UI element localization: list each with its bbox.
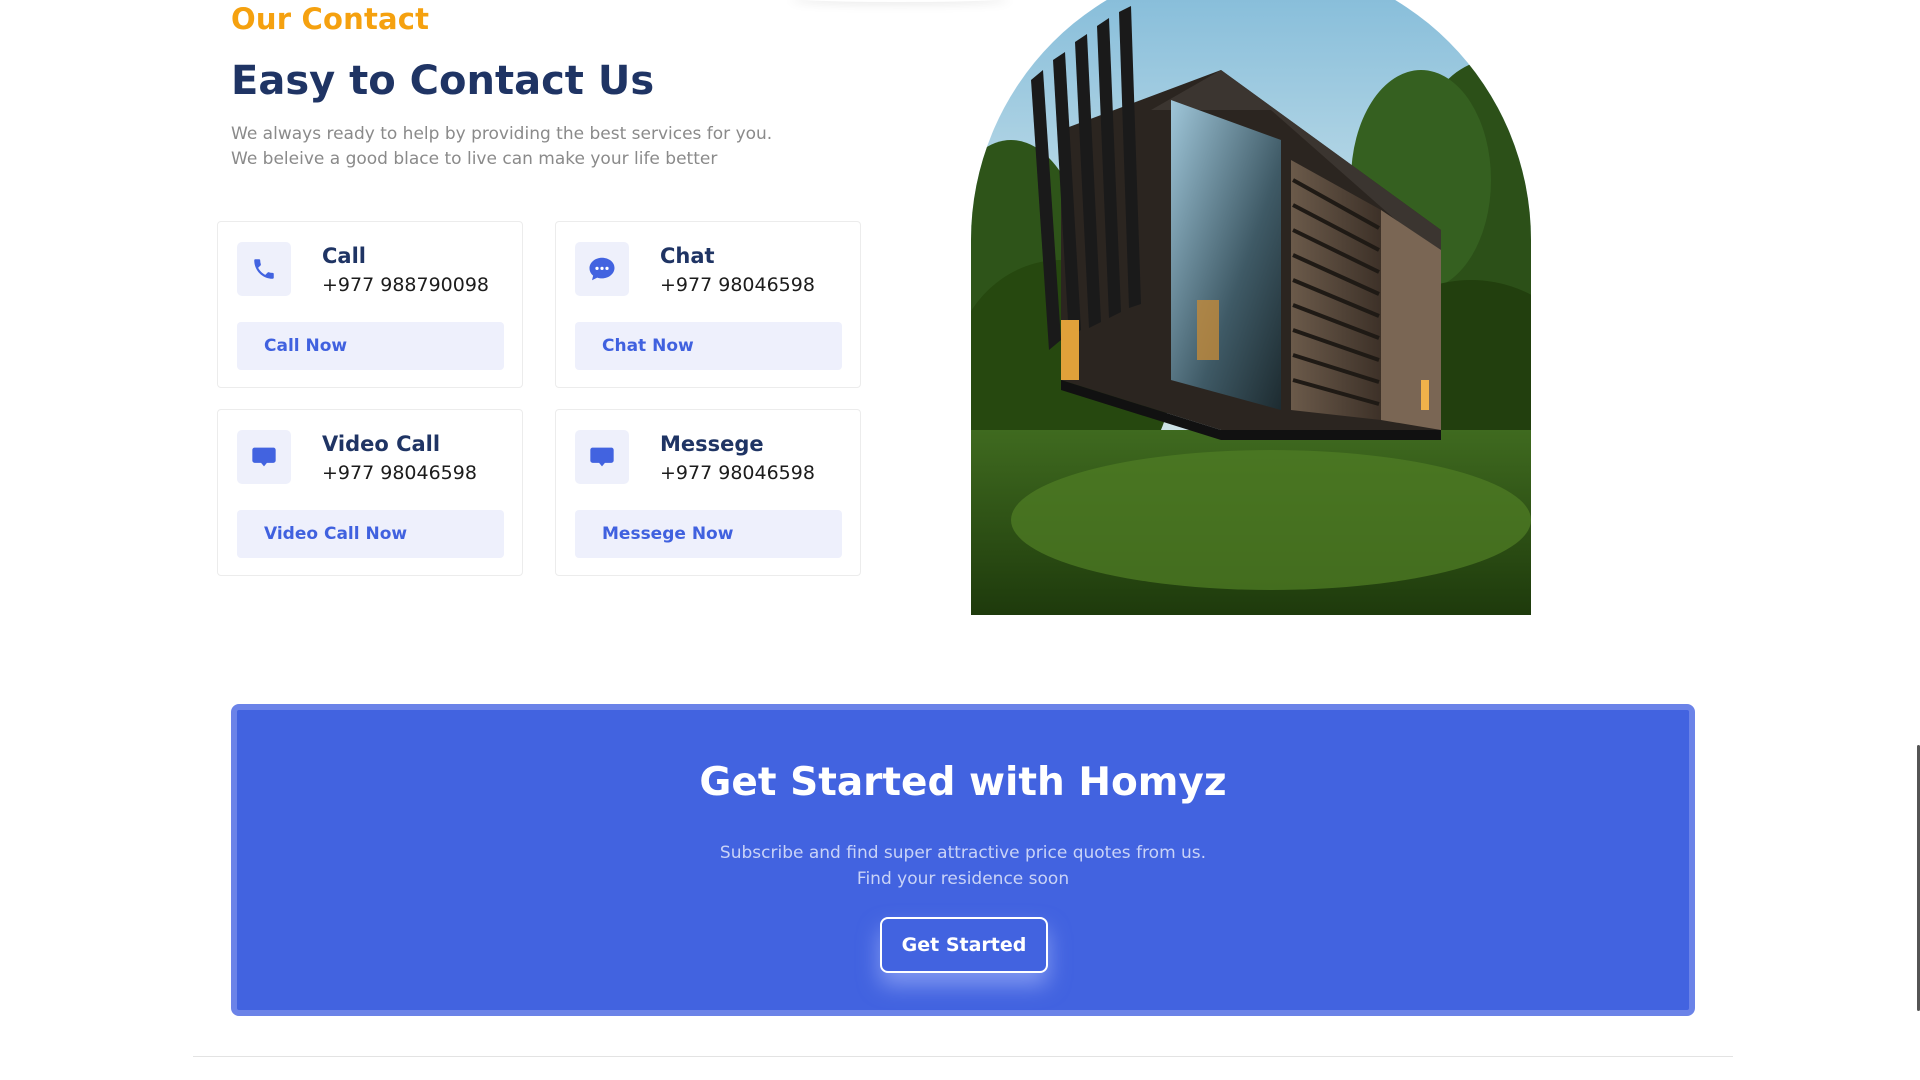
banner-subtitle-line: Subscribe and find super attractive pric… (719, 843, 1207, 863)
card-title: Video Call (322, 432, 441, 456)
contact-card-message: Messege +977 98046598 Messege Now (555, 409, 861, 576)
chat-bubble-icon (575, 242, 629, 296)
chat-now-button[interactable]: Chat Now (575, 322, 842, 370)
header-shadow (790, 0, 1010, 2)
get-started-button[interactable]: Get Started (880, 917, 1048, 973)
message-icon (575, 430, 629, 484)
contact-card-call: Call +977 988790098 Call Now (217, 221, 523, 388)
card-phone-number: +977 98046598 (322, 462, 477, 484)
banner-subtitle: Subscribe and find super attractive pric… (237, 840, 1689, 892)
section-description: We always ready to help by providing the… (231, 122, 772, 172)
card-phone-number: +977 98046598 (660, 462, 815, 484)
card-title: Call (322, 244, 366, 268)
section-eyebrow: Our Contact (231, 2, 430, 36)
card-phone-number: +977 988790098 (322, 274, 490, 296)
contact-card-video-call: Video Call +977 98046598 Video Call Now (217, 409, 523, 576)
phone-icon (237, 242, 291, 296)
footer-divider (193, 1056, 1733, 1057)
video-call-icon (237, 430, 291, 484)
house-image (971, 0, 1531, 615)
call-now-button[interactable]: Call Now (237, 322, 504, 370)
card-phone-number: +977 98046598 (660, 274, 815, 296)
contact-card-chat: Chat +977 98046598 Chat Now (555, 221, 861, 388)
card-title: Chat (660, 244, 715, 268)
page: Our Contact Easy to Contact Us We always… (0, 0, 1920, 1080)
card-title: Messege (660, 432, 764, 456)
message-now-button[interactable]: Messege Now (575, 510, 842, 558)
banner-subtitle-line: Find your residence soon (856, 869, 1070, 889)
description-line: We always ready to help by providing the… (231, 124, 773, 144)
banner-title: Get Started with Homyz (699, 760, 1227, 805)
section-title: Easy to Contact Us (231, 58, 655, 104)
get-started-banner: Get Started with Homyz Subscribe and fin… (231, 704, 1695, 1016)
video-call-now-button[interactable]: Video Call Now (237, 510, 504, 558)
description-line: We beleive a good blace to live can make… (231, 149, 718, 169)
